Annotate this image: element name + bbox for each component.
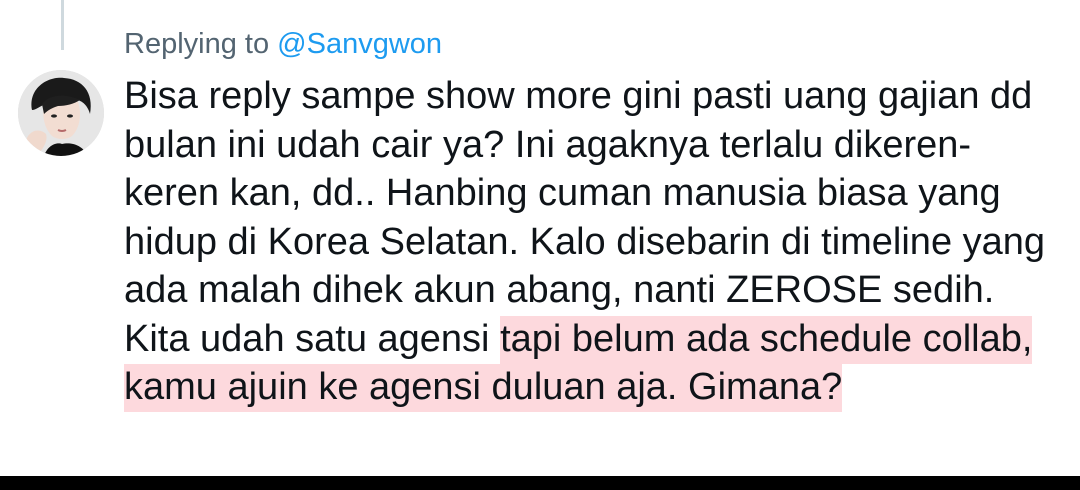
- replying-to-label: Replying to: [124, 28, 278, 60]
- user-avatar-photo-icon: [18, 70, 104, 156]
- thread-connector-line: [61, 0, 64, 50]
- replying-to-context: Replying to @Sanvgwon: [124, 24, 442, 64]
- bottom-black-bar: [0, 476, 1080, 490]
- tweet-text: Bisa reply sampe show more gini pasti ua…: [124, 72, 1064, 412]
- avatar[interactable]: [18, 70, 104, 156]
- mention-link[interactable]: @Sanvgwon: [277, 28, 442, 60]
- tweet-reply[interactable]: Replying to @Sanvgwon Bisa reply sampe s…: [0, 0, 1080, 476]
